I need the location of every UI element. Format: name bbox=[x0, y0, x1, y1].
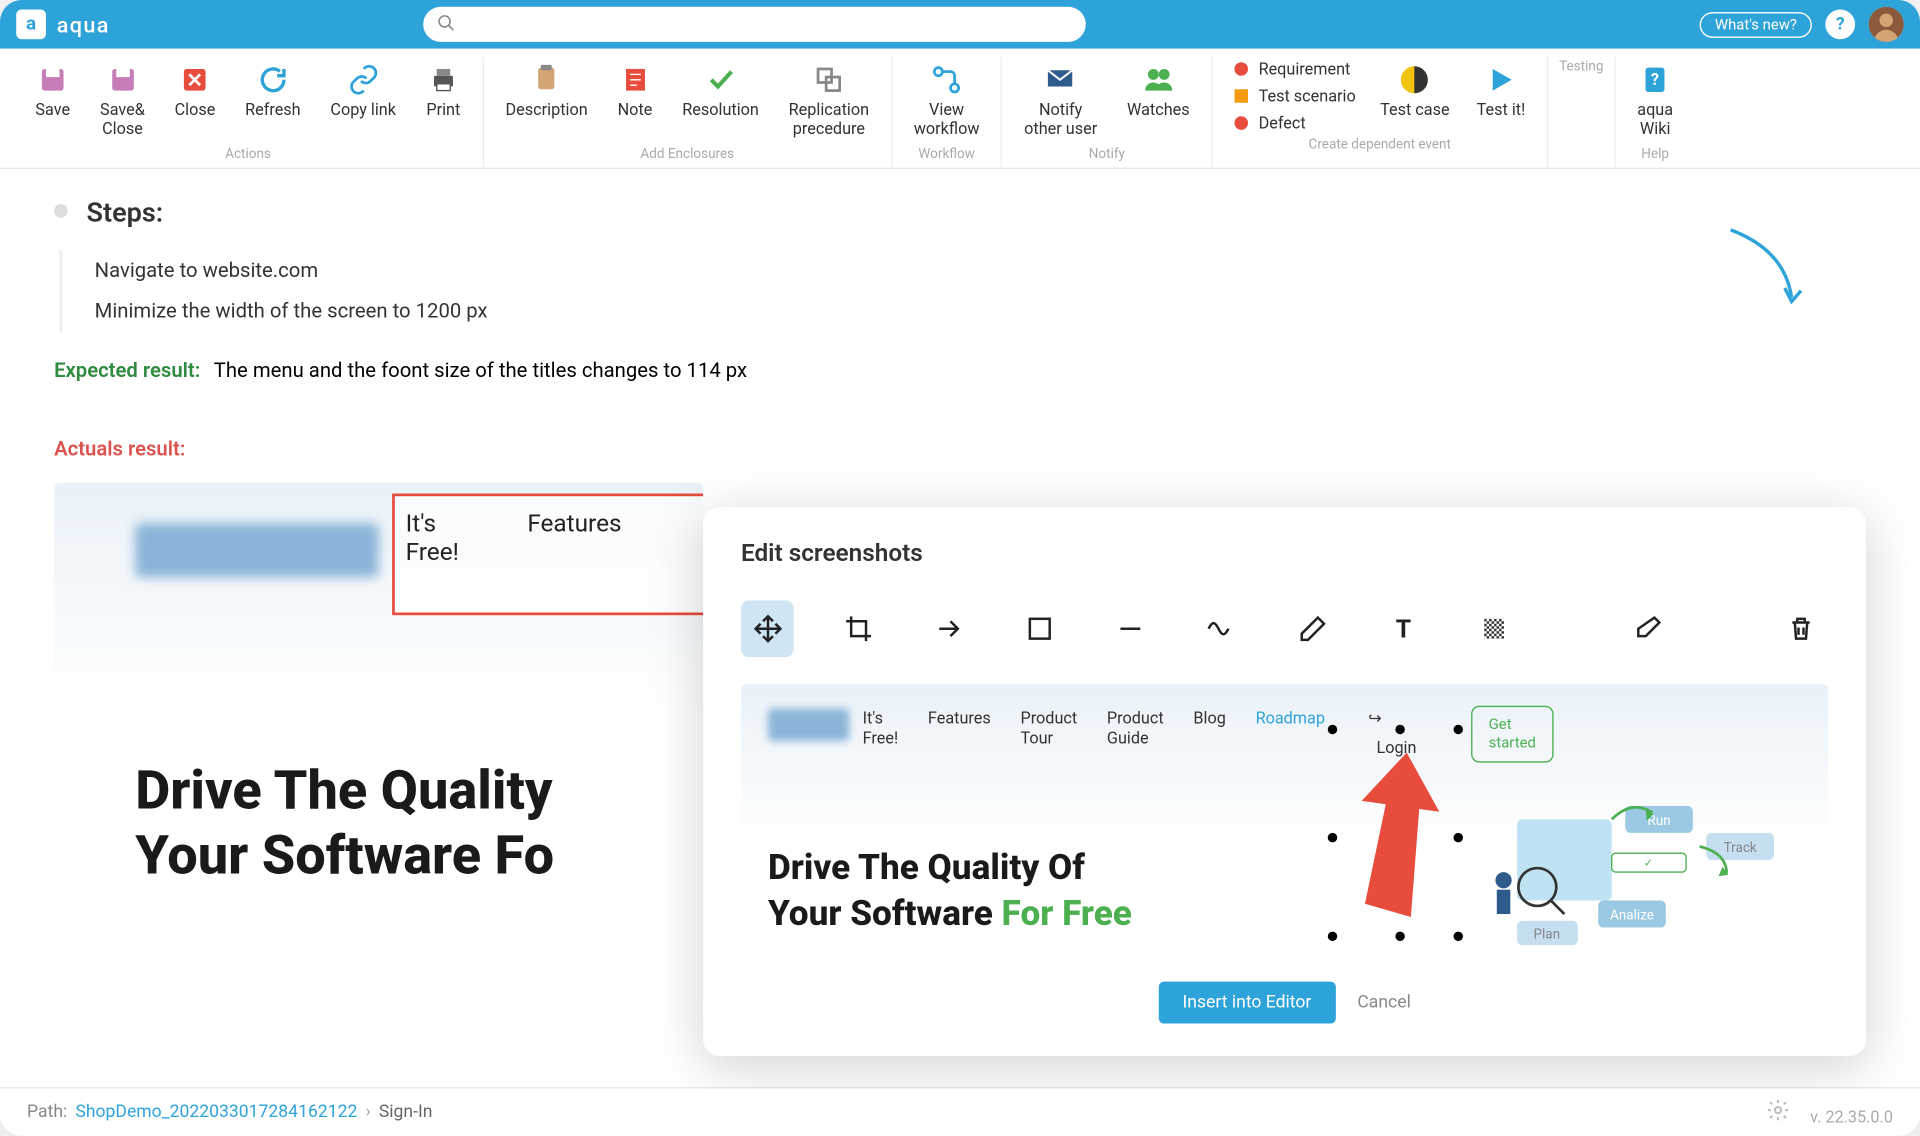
svg-text:?: ? bbox=[1651, 70, 1659, 89]
status-bar: Path: ShopDemo_2022033017284162122 › Sig… bbox=[0, 1087, 1920, 1136]
ribbon-group-dependent: Requirement Test scenario Defect Test ca… bbox=[1213, 57, 1549, 168]
crop-tool[interactable] bbox=[832, 600, 885, 657]
line-tool[interactable] bbox=[1104, 600, 1157, 657]
requirement-button[interactable]: Requirement bbox=[1223, 57, 1363, 81]
editor-canvas[interactable]: It's Free! Features Product Tour Product… bbox=[741, 684, 1828, 954]
print-button[interactable]: Print bbox=[415, 57, 472, 145]
eraser-tool[interactable] bbox=[1621, 600, 1674, 657]
svg-text:T: T bbox=[1395, 615, 1410, 643]
app-window: a aqua What's new? ? Save Save& Close Cl… bbox=[0, 0, 1920, 1136]
selection-handles[interactable] bbox=[1328, 725, 1463, 941]
path-link[interactable]: ShopDemo_2022033017284162122 bbox=[75, 1102, 357, 1122]
expected-result-label: Expected result: bbox=[54, 358, 200, 382]
rectangle-tool[interactable] bbox=[1013, 600, 1066, 657]
ribbon-group-label: Help bbox=[1641, 147, 1669, 162]
nav-text: Features bbox=[527, 510, 621, 538]
ribbon-group-enclosures: Description Note Resolution Replication … bbox=[484, 57, 892, 168]
wave-tool[interactable] bbox=[1195, 600, 1248, 657]
insert-into-editor-button[interactable]: Insert into Editor bbox=[1158, 981, 1336, 1023]
ribbon-group-notify: Notify other user Watches Notify bbox=[1003, 57, 1213, 168]
expected-result-text: The menu and the foont size of the title… bbox=[214, 358, 747, 382]
description-button[interactable]: Description bbox=[495, 57, 599, 145]
modal-title: Edit screenshots bbox=[741, 539, 1828, 567]
screenshot-preview: It's Free! Features Drive The Quality Yo… bbox=[54, 483, 703, 943]
canvas-nav: It's Free! Features Product Tour Product… bbox=[863, 708, 1382, 750]
editor-toolbar: T bbox=[741, 600, 1828, 657]
pen-tool[interactable] bbox=[1286, 600, 1339, 657]
ribbon-group-label: Create dependent event bbox=[1309, 138, 1451, 153]
defect-button[interactable]: Defect bbox=[1223, 111, 1363, 135]
search-container bbox=[423, 7, 1086, 42]
logo-icon: a bbox=[16, 10, 46, 40]
user-avatar[interactable] bbox=[1869, 7, 1904, 42]
blurred-logo bbox=[135, 523, 378, 577]
ribbon-group-actions: Save Save& Close Close Refresh Copy link… bbox=[14, 57, 484, 168]
search-input[interactable] bbox=[423, 7, 1086, 42]
expected-result-row: Expected result: The menu and the foont … bbox=[54, 358, 1866, 382]
arrow-decoration bbox=[1717, 223, 1812, 318]
path-separator: › bbox=[365, 1102, 370, 1122]
step-item: Navigate to website.com bbox=[59, 250, 1865, 291]
ribbon-toolbar: Save Save& Close Close Refresh Copy link… bbox=[0, 49, 1920, 169]
note-button[interactable]: Note bbox=[607, 57, 664, 145]
actual-result-label: Actuals result: bbox=[54, 437, 1866, 461]
whats-new-button[interactable]: What's new? bbox=[1700, 12, 1812, 38]
canvas-headline: Drive The Quality Of Your Software For F… bbox=[768, 846, 1132, 937]
test-case-button[interactable]: Test case bbox=[1369, 57, 1460, 135]
ribbon-group-label: Add Enclosures bbox=[640, 147, 734, 162]
resolution-button[interactable]: Resolution bbox=[671, 57, 769, 145]
illustration: Run Track Analize Plan ✓ bbox=[1463, 806, 1801, 955]
save-button[interactable]: Save bbox=[24, 57, 81, 145]
copy-link-button[interactable]: Copy link bbox=[320, 57, 407, 145]
path-current: Sign-In bbox=[379, 1102, 433, 1122]
ribbon-group-label: Actions bbox=[225, 147, 271, 162]
nav-text: It's Free! bbox=[406, 510, 459, 567]
logo-text: aqua bbox=[57, 12, 110, 38]
steps-heading: Steps: bbox=[54, 196, 1866, 228]
settings-icon[interactable] bbox=[1765, 1107, 1793, 1126]
path-label: Path: bbox=[27, 1102, 67, 1122]
ribbon-group-label: Notify bbox=[1089, 147, 1125, 162]
watches-button[interactable]: Watches bbox=[1116, 57, 1200, 145]
svg-text:✓: ✓ bbox=[1644, 857, 1653, 870]
ribbon-group-help: ?aqua Wiki Help bbox=[1616, 57, 1695, 168]
title-bar: a aqua What's new? ? bbox=[0, 0, 1920, 49]
help-button[interactable]: ? bbox=[1825, 10, 1855, 40]
svg-text:Analize: Analize bbox=[1610, 907, 1654, 923]
save-close-button[interactable]: Save& Close bbox=[89, 57, 155, 145]
ribbon-group-workflow: View workflow Workflow bbox=[892, 57, 1002, 168]
blur-tool[interactable] bbox=[1467, 600, 1520, 657]
ribbon-group-label: Testing bbox=[1559, 60, 1603, 75]
refresh-button[interactable]: Refresh bbox=[234, 57, 311, 145]
close-button[interactable]: Close bbox=[164, 57, 226, 145]
svg-text:Track: Track bbox=[1724, 840, 1757, 856]
modal-actions: Insert into Editor Cancel bbox=[741, 981, 1828, 1023]
arrow-tool[interactable] bbox=[923, 600, 976, 657]
headline-text: Drive The Quality Your Software Fo bbox=[135, 758, 554, 888]
text-tool[interactable]: T bbox=[1377, 600, 1430, 657]
replication-button[interactable]: Replication precedure bbox=[778, 57, 880, 145]
cancel-button[interactable]: Cancel bbox=[1357, 992, 1411, 1012]
test-it-button[interactable]: Test it! bbox=[1466, 57, 1536, 135]
search-icon bbox=[436, 14, 455, 38]
ribbon-group-label: Workflow bbox=[918, 147, 974, 162]
delete-tool[interactable] bbox=[1775, 600, 1828, 657]
blurred-logo bbox=[768, 708, 849, 740]
move-tool[interactable] bbox=[741, 600, 794, 657]
version-label: v. 22.35.0.0 bbox=[1765, 1098, 1892, 1126]
svg-text:Plan: Plan bbox=[1533, 926, 1560, 942]
edit-screenshots-modal: Edit screenshots T It's Free! bbox=[703, 507, 1866, 1056]
content-area: Steps: Navigate to website.com Minimize … bbox=[0, 169, 1920, 1088]
notify-other-button[interactable]: Notify other user bbox=[1013, 57, 1108, 145]
view-workflow-button[interactable]: View workflow bbox=[903, 57, 990, 145]
step-item: Minimize the width of the screen to 1200… bbox=[59, 291, 1865, 332]
ribbon-group-testing: Testing bbox=[1548, 57, 1615, 168]
test-scenario-button[interactable]: Test scenario bbox=[1223, 84, 1363, 108]
aqua-wiki-button[interactable]: ?aqua Wiki bbox=[1626, 57, 1683, 145]
